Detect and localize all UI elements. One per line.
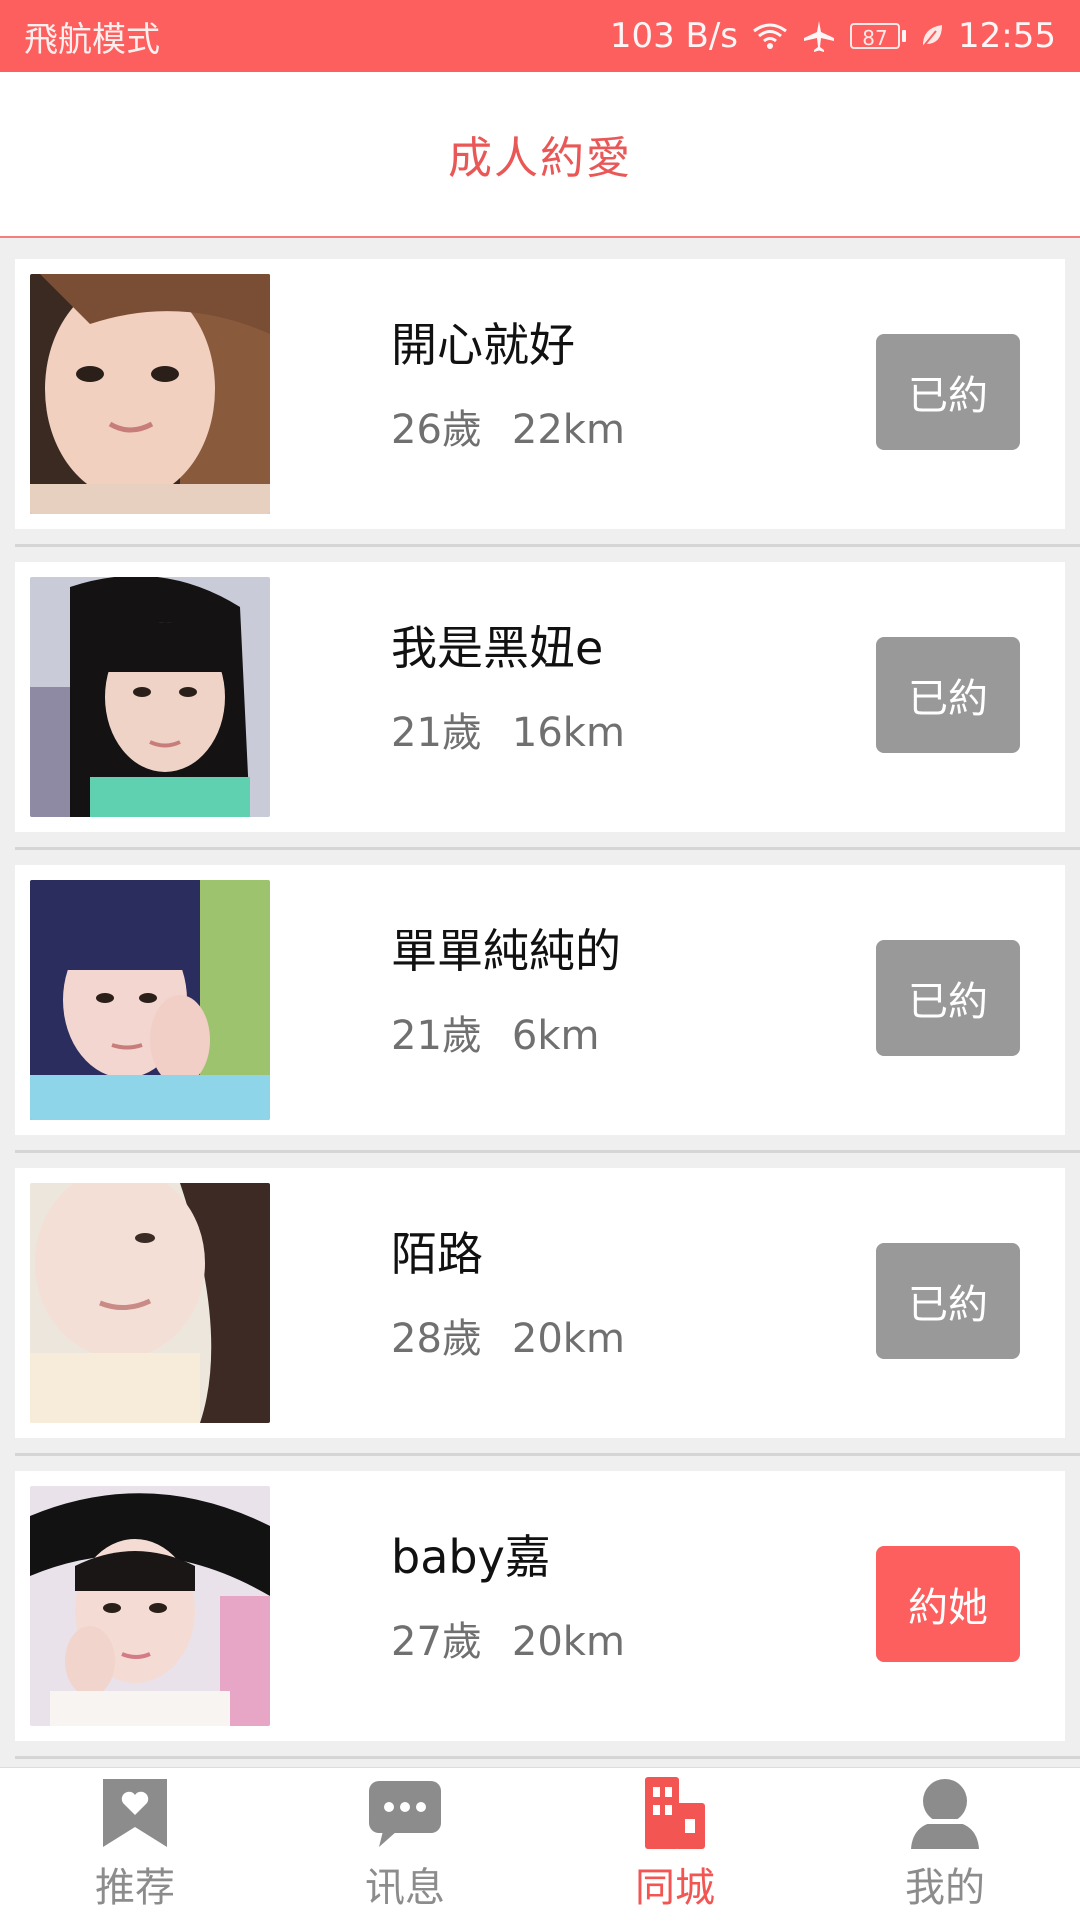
date-button[interactable]: 已約 xyxy=(876,334,1020,450)
battery-level: 87 xyxy=(850,23,901,50)
row-divider xyxy=(15,544,1080,547)
app-header: 成人約愛 xyxy=(0,72,1080,238)
user-age: 28歲 xyxy=(391,1316,482,1362)
avatar[interactable] xyxy=(30,577,270,817)
avatar[interactable] xyxy=(30,1486,270,1726)
user-age: 26歲 xyxy=(391,407,482,453)
user-meta: 21歲 6km xyxy=(391,1003,599,1061)
user-age: 21歲 xyxy=(391,1013,482,1059)
row-divider xyxy=(15,1453,1080,1456)
chat-bubble-icon xyxy=(369,1781,441,1847)
page-title: 成人約愛 xyxy=(448,133,632,184)
city-building-icon xyxy=(645,1777,705,1849)
tab-local[interactable]: 同城 xyxy=(540,1768,810,1921)
date-her-button[interactable]: 約她 xyxy=(876,1546,1020,1662)
row-divider xyxy=(15,1756,1080,1759)
tab-label: 讯息 xyxy=(365,1865,445,1911)
wifi-icon xyxy=(752,21,788,51)
heart-bookmark-icon xyxy=(103,1779,167,1847)
list-item[interactable]: 我是黑妞e 21歲 16km 已約 xyxy=(15,562,1065,832)
row-divider xyxy=(15,847,1080,850)
avatar[interactable] xyxy=(30,274,270,514)
date-button[interactable]: 已約 xyxy=(876,940,1020,1056)
user-name: 開心就好 xyxy=(391,318,575,372)
tab-messages[interactable]: 讯息 xyxy=(270,1768,540,1921)
user-list[interactable]: 開心就好 26歲 22km 已約 我是黑妞e 21歲 16km 已約 單單純純的… xyxy=(0,240,1080,1767)
tab-profile[interactable]: 我的 xyxy=(810,1768,1080,1921)
user-distance: 16km xyxy=(511,710,625,756)
person-icon xyxy=(911,1779,979,1849)
airplane-mode-label: 飛航模式 xyxy=(24,19,160,60)
list-item[interactable]: 單單純純的 21歲 6km 已約 xyxy=(15,865,1065,1135)
list-item[interactable]: baby嘉 27歲 20km 約她 xyxy=(15,1471,1065,1741)
bottom-tab-bar: 推荐 讯息 同城 我的 xyxy=(0,1767,1080,1921)
user-name: 單單純純的 xyxy=(391,924,621,978)
list-item[interactable]: 陌路 28歲 20km 已約 xyxy=(15,1168,1065,1438)
user-meta: 21歲 16km xyxy=(391,700,625,758)
user-meta: 28歲 20km xyxy=(391,1306,625,1364)
tab-recommend[interactable]: 推荐 xyxy=(0,1768,270,1921)
user-name: 我是黑妞e xyxy=(391,621,604,675)
user-distance: 6km xyxy=(511,1013,600,1059)
leaf-icon xyxy=(920,22,944,50)
user-distance: 20km xyxy=(511,1619,625,1665)
airplane-icon xyxy=(802,19,836,53)
clock: 12:55 xyxy=(958,16,1056,56)
status-bar: 飛航模式 103 B/s 87 12:55 xyxy=(0,0,1080,72)
user-age: 27歲 xyxy=(391,1619,482,1665)
row-divider xyxy=(15,1150,1080,1153)
user-distance: 20km xyxy=(511,1316,625,1362)
user-age: 21歲 xyxy=(391,710,482,756)
user-name: baby嘉 xyxy=(391,1530,551,1584)
status-indicators: 103 B/s 87 12:55 xyxy=(610,16,1056,56)
tab-label: 推荐 xyxy=(95,1865,175,1911)
avatar[interactable] xyxy=(30,1183,270,1423)
avatar[interactable] xyxy=(30,880,270,1120)
user-meta: 27歲 20km xyxy=(391,1609,625,1667)
user-distance: 22km xyxy=(511,407,625,453)
date-button[interactable]: 已約 xyxy=(876,637,1020,753)
date-button[interactable]: 已約 xyxy=(876,1243,1020,1359)
tab-label: 同城 xyxy=(635,1865,715,1911)
battery-icon: 87 xyxy=(850,23,907,50)
tab-label: 我的 xyxy=(905,1865,985,1911)
network-speed: 103 B/s xyxy=(609,16,739,56)
list-item[interactable]: 開心就好 26歲 22km 已約 xyxy=(15,259,1065,529)
user-meta: 26歲 22km xyxy=(391,397,625,455)
user-name: 陌路 xyxy=(391,1227,483,1281)
